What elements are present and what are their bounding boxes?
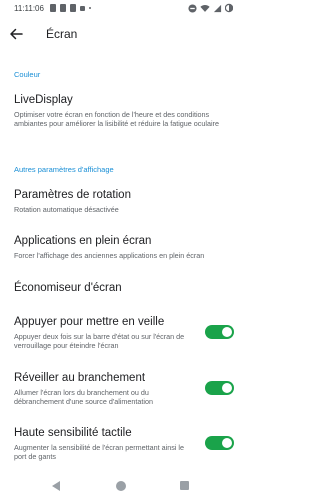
system-icons: [188, 3, 233, 13]
setting-summary: Appuyer deux fois sur la barre d'état ou…: [14, 332, 185, 350]
wifi-icon: [200, 4, 210, 12]
nav-recents-icon[interactable]: [180, 481, 189, 490]
setting-title: Applications en plein écran: [14, 235, 152, 247]
toggle-thumb: [222, 383, 232, 393]
setting-summary: Rotation automatique désactivée: [14, 205, 119, 214]
setting-title: Économiseur d'écran: [14, 282, 122, 294]
setting-title: Appuyer pour mettre en veille: [14, 316, 165, 328]
tap-to-sleep-toggle[interactable]: [205, 325, 234, 339]
section-header-color: Couleur: [14, 70, 41, 79]
setting-title: LiveDisplay: [14, 94, 73, 106]
more-notifications-icon: [89, 7, 91, 9]
nav-home-icon[interactable]: [116, 481, 126, 491]
setting-title: Réveiller au branchement: [14, 372, 146, 384]
dnd-icon: [188, 3, 197, 13]
setting-summary: Allumer l'écran lors du branchement ou d…: [14, 388, 153, 406]
app-bar: Écran: [0, 20, 243, 48]
notification-icons: [50, 4, 91, 12]
setting-summary: Augmenter la sensibilité de l'écran perm…: [14, 443, 184, 461]
status-time: 11:11:06: [14, 4, 44, 13]
setting-summary: Forcer l'affichage des anciennes applica…: [14, 251, 205, 260]
storage-icon: [60, 4, 66, 12]
section-header-other: Autres paramètres d'affichage: [14, 165, 114, 174]
setting-title: Paramètres de rotation: [14, 189, 131, 201]
navigation-bar: [0, 472, 243, 500]
notification-icon: [70, 4, 76, 12]
toggle-thumb: [222, 438, 232, 448]
toggle-thumb: [222, 327, 232, 337]
signal-icon: [213, 4, 222, 12]
nav-back-icon[interactable]: [52, 481, 60, 491]
sim-card-icon: [50, 4, 56, 12]
status-bar: 11:11:06: [0, 0, 243, 18]
back-arrow-icon[interactable]: [9, 27, 23, 41]
app-notification-icon: [80, 5, 85, 11]
page-title: Écran: [46, 27, 78, 41]
high-touch-sensitivity-toggle[interactable]: [205, 436, 234, 450]
setting-title: Haute sensibilité tactile: [14, 427, 132, 439]
setting-summary: Optimiser votre écran en fonction de l'h…: [14, 110, 219, 128]
battery-icon: [225, 3, 233, 13]
wake-on-plug-toggle[interactable]: [205, 381, 234, 395]
